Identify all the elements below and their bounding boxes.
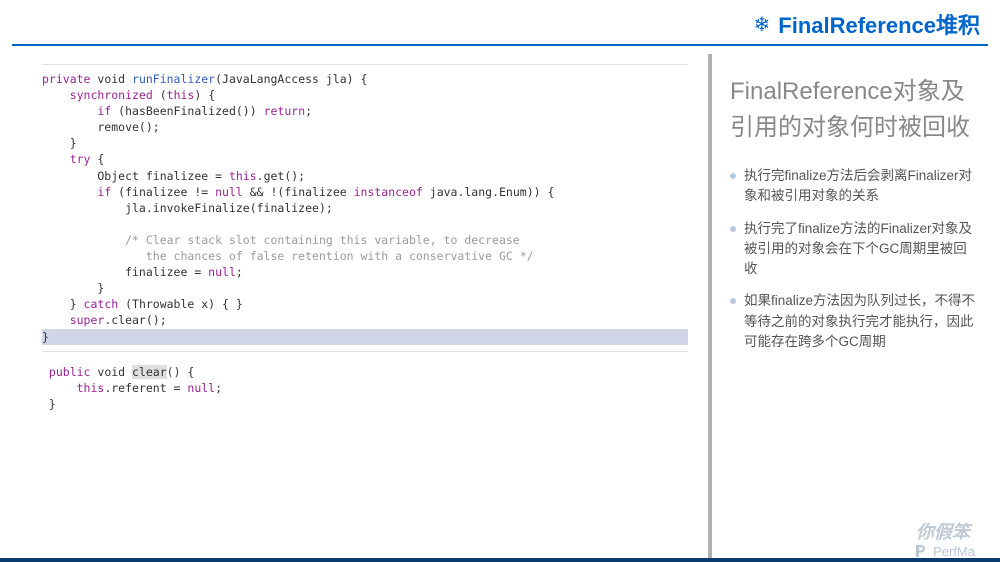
code-block-1: private void runFinalizer(JavaLangAccess… xyxy=(42,64,688,352)
footer-divider xyxy=(0,558,1000,562)
sidebar-panel: FinalReference对象及引用的对象何时被回收 执行完finalize方… xyxy=(708,54,988,558)
brand-logo: PerfMa xyxy=(913,542,975,560)
list-item: 如果finalize方法因为队列过长，不得不等待之前的对象执行完才能执行，因此可… xyxy=(730,291,978,352)
header-divider xyxy=(12,44,988,46)
section-subtitle: FinalReference对象及引用的对象何时被回收 xyxy=(730,74,978,146)
code-panel: private void runFinalizer(JavaLangAccess… xyxy=(12,54,708,558)
snowflake-icon: ❄ xyxy=(754,12,771,37)
list-item: 执行完了finalize方法的Finalizer对象及被引用的对象会在下个GC周… xyxy=(730,219,978,280)
slide-header: ❄ FinalReference堆积 xyxy=(0,0,1000,44)
list-item: 执行完finalize方法后会剥离Finalizer对象和被引用对象的关系 xyxy=(730,166,978,207)
code-block-2: public void clear() { this.referent = nu… xyxy=(42,362,688,414)
bullet-list: 执行完finalize方法后会剥离Finalizer对象和被引用对象的关系 执行… xyxy=(730,166,978,352)
slide-title: FinalReference堆积 xyxy=(778,8,980,40)
content-area: private void runFinalizer(JavaLangAccess… xyxy=(0,54,1000,558)
watermark-text: 你假笨 xyxy=(916,518,970,544)
logo-icon xyxy=(913,542,931,560)
